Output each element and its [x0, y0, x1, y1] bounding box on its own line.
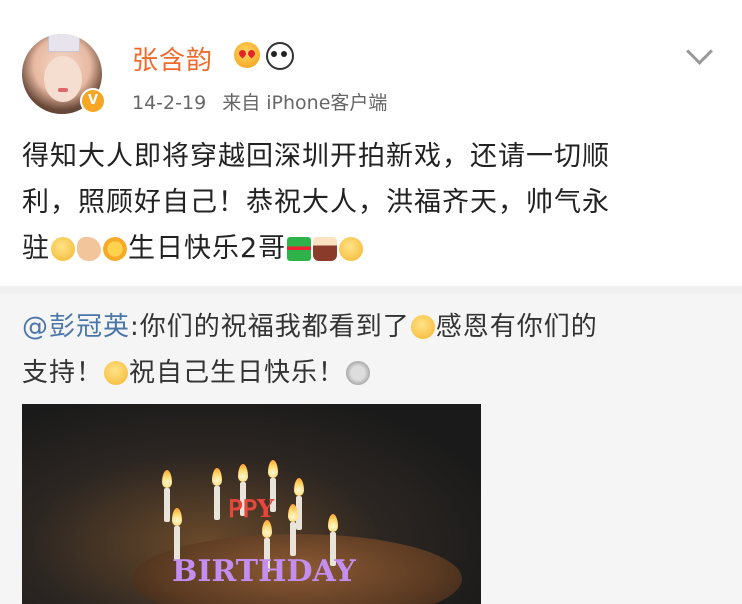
repost-text: @彭冠英:你们的祝福我都看到了 感恩有你们的 支持！ 祝自己生日快乐！ — [22, 304, 722, 396]
avatar-face — [44, 56, 82, 102]
post-meta: 14-2-19 来自 iPhone客户端 — [132, 88, 387, 115]
candle-flame — [328, 514, 338, 532]
chevron-down-icon[interactable] — [686, 38, 713, 65]
repost-text-1: :你们的祝福我都看到了 — [130, 312, 410, 342]
candle — [164, 488, 170, 522]
candle-flame — [172, 508, 182, 526]
repost-text-3: 支持！ — [22, 358, 104, 388]
cake-letters-happy: ꓑꓑY — [228, 494, 275, 523]
content-line-2: 利，照顾好自己！恭祝大人，洪福齐天，帅气永 — [22, 187, 610, 218]
cake-letters-birthday: BIRTHDAY — [172, 554, 356, 589]
weibo-post: V 张含韵 14-2-19 来自 iPhone客户端 得知大人即将穿越回深圳开拍… — [0, 0, 742, 290]
candle-flame — [162, 470, 172, 488]
candle-flame — [268, 460, 278, 478]
thinking-emoji-icon — [339, 237, 364, 261]
mention-link[interactable]: @彭冠英 — [22, 312, 130, 342]
panda-icon — [266, 42, 294, 70]
cake-emoji-icon — [313, 237, 338, 261]
repost-text-4: 祝自己生日快乐！ — [129, 358, 346, 388]
divider — [0, 286, 742, 294]
avatar-lips — [58, 88, 68, 92]
username[interactable]: 张含韵 — [132, 40, 213, 77]
candle-flame — [212, 468, 222, 486]
grin-emoji-icon — [51, 237, 75, 261]
love-eyes-icon — [234, 42, 260, 68]
post-source: 来自 iPhone客户端 — [222, 92, 388, 114]
post-date[interactable]: 14-2-19 — [132, 92, 206, 114]
tongue-emoji-icon — [104, 361, 129, 385]
repost-line-1: @彭冠英:你们的祝福我都看到了 感恩有你们的 — [22, 304, 722, 350]
candle-flame — [238, 464, 248, 482]
candle-flame — [288, 504, 298, 522]
repost-line-2: 支持！ 祝自己生日快乐！ — [22, 350, 722, 396]
verified-badge-icon: V — [80, 88, 106, 114]
robot-emoji-icon — [346, 361, 371, 385]
content-text-zhu: 驻 — [22, 233, 50, 264]
handshake-emoji-icon — [77, 237, 101, 261]
smile-emoji-icon — [410, 315, 435, 339]
candle — [290, 522, 296, 556]
content-line-1: 得知大人即将穿越回深圳开拍新戏，还请一切顺 — [22, 141, 610, 172]
content-line-3: 驻 生日快乐2哥 — [22, 226, 722, 272]
repost-text-2: 感恩有你们的 — [435, 312, 598, 342]
candle-flame — [294, 478, 304, 496]
candle — [214, 486, 220, 520]
avatar-hat — [48, 34, 80, 52]
birthday-cake-photo[interactable]: ꓑꓑY BIRTHDAY — [22, 404, 481, 604]
gift-emoji-icon — [287, 237, 312, 261]
content-text-birthday: 生日快乐2哥 — [128, 233, 287, 264]
sun-emoji-icon — [103, 237, 127, 261]
repost-box[interactable]: @彭冠英:你们的祝福我都看到了 感恩有你们的 支持！ 祝自己生日快乐！ ꓑꓑY BI… — [0, 294, 742, 604]
post-content: 得知大人即将穿越回深圳开拍新戏，还请一切顺 利，照顾好自己！恭祝大人，洪福齐天，… — [22, 134, 722, 272]
